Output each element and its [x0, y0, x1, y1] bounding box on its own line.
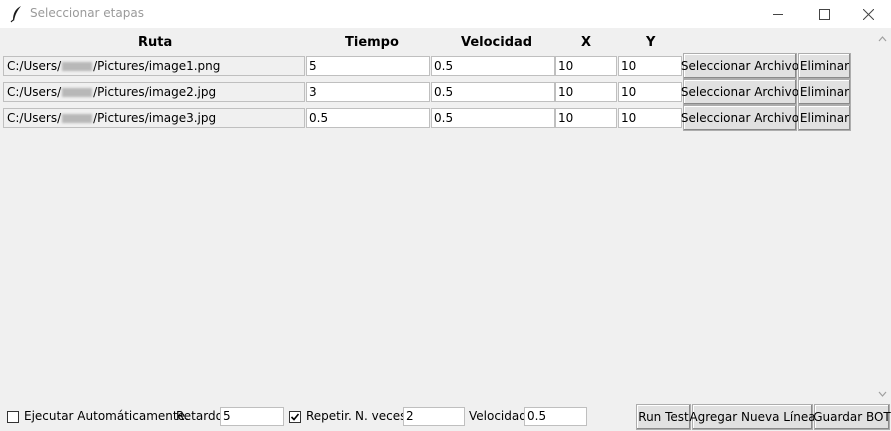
path-field[interactable]: C:/Users/ /Pictures/image1.png [3, 56, 305, 76]
velocidad-input[interactable]: 0.5 [431, 82, 555, 102]
auto-run-checkbox[interactable] [7, 411, 19, 423]
select-file-button[interactable]: Seleccionar Archivo [681, 79, 799, 105]
path-suffix: /Pictures/image3.jpg [93, 111, 217, 125]
run-test-button[interactable]: Run Test [636, 404, 691, 430]
nveces-label: N. veces [355, 409, 407, 423]
tiempo-input[interactable]: 5 [306, 56, 430, 76]
header-y: Y [646, 35, 656, 50]
repetir-checkbox[interactable] [289, 411, 301, 423]
stage-row: C:/Users/ /Pictures/image1.png 5 0.5 10 1… [0, 53, 891, 79]
stage-row: C:/Users/ /Pictures/image3.jpg 0.5 0.5 10… [0, 105, 891, 131]
tiempo-input[interactable]: 3 [306, 82, 430, 102]
x-input[interactable]: 10 [555, 82, 617, 102]
delete-button[interactable]: Eliminar [798, 105, 851, 131]
y-input[interactable]: 10 [618, 56, 682, 76]
maximize-icon [818, 8, 830, 20]
vertical-scrollbar[interactable] [874, 28, 891, 402]
title-bar: Seleccionar etapas [0, 0, 891, 28]
delete-button[interactable]: Eliminar [798, 53, 851, 79]
repetir-label: Repetir. [306, 409, 352, 423]
redacted-username [62, 62, 93, 71]
retardo-label: Retardo [176, 409, 223, 423]
close-icon [862, 8, 874, 20]
header-ruta: Ruta [138, 35, 173, 50]
delete-button[interactable]: Eliminar [798, 79, 851, 105]
velocidad-global-input[interactable]: 0.5 [524, 407, 587, 426]
minimize-icon [772, 13, 783, 15]
stage-row: C:/Users/ /Pictures/image2.jpg 3 0.5 10 1… [0, 79, 891, 105]
y-input[interactable]: 10 [618, 82, 682, 102]
minimize-button[interactable] [755, 0, 801, 28]
path-prefix: C:/Users/ [7, 111, 62, 125]
checkmark-icon [290, 413, 300, 421]
velocidad-input[interactable]: 0.5 [431, 56, 555, 76]
x-input[interactable]: 10 [555, 56, 617, 76]
scroll-down-icon[interactable] [874, 385, 891, 402]
header-velocidad: Velocidad [461, 35, 533, 50]
velocidad-label: Velocidad [469, 409, 527, 423]
redacted-username [62, 88, 93, 97]
header-tiempo: Tiempo [345, 35, 399, 50]
path-field[interactable]: C:/Users/ /Pictures/image2.jpg [3, 82, 305, 102]
scroll-up-icon[interactable] [874, 30, 891, 47]
maximize-button[interactable] [801, 0, 847, 28]
auto-run-label: Ejecutar Automáticamente. [24, 409, 189, 423]
add-line-button[interactable]: Agregar Nueva Línea [689, 404, 816, 430]
close-button[interactable] [845, 0, 891, 28]
feather-icon [10, 6, 21, 23]
window-title: Seleccionar etapas [30, 6, 144, 20]
x-input[interactable]: 10 [555, 108, 617, 128]
nveces-input[interactable]: 2 [403, 407, 465, 426]
path-prefix: C:/Users/ [7, 59, 62, 73]
select-file-button[interactable]: Seleccionar Archivo [681, 105, 799, 131]
path-field[interactable]: C:/Users/ /Pictures/image3.jpg [3, 108, 305, 128]
select-file-button[interactable]: Seleccionar Archivo [681, 53, 799, 79]
redacted-username [62, 114, 93, 123]
header-x: X [581, 35, 592, 50]
tiempo-input[interactable]: 0.5 [306, 108, 430, 128]
path-suffix: /Pictures/image1.png [93, 59, 221, 73]
path-suffix: /Pictures/image2.jpg [93, 85, 217, 99]
retardo-input[interactable]: 5 [220, 407, 284, 426]
path-prefix: C:/Users/ [7, 85, 62, 99]
bottom-toolbar: Ejecutar Automáticamente. Retardo 5 Repe… [0, 402, 891, 431]
y-input[interactable]: 10 [618, 108, 682, 128]
save-bot-button[interactable]: Guardar BOT [813, 404, 891, 430]
velocidad-input[interactable]: 0.5 [431, 108, 555, 128]
